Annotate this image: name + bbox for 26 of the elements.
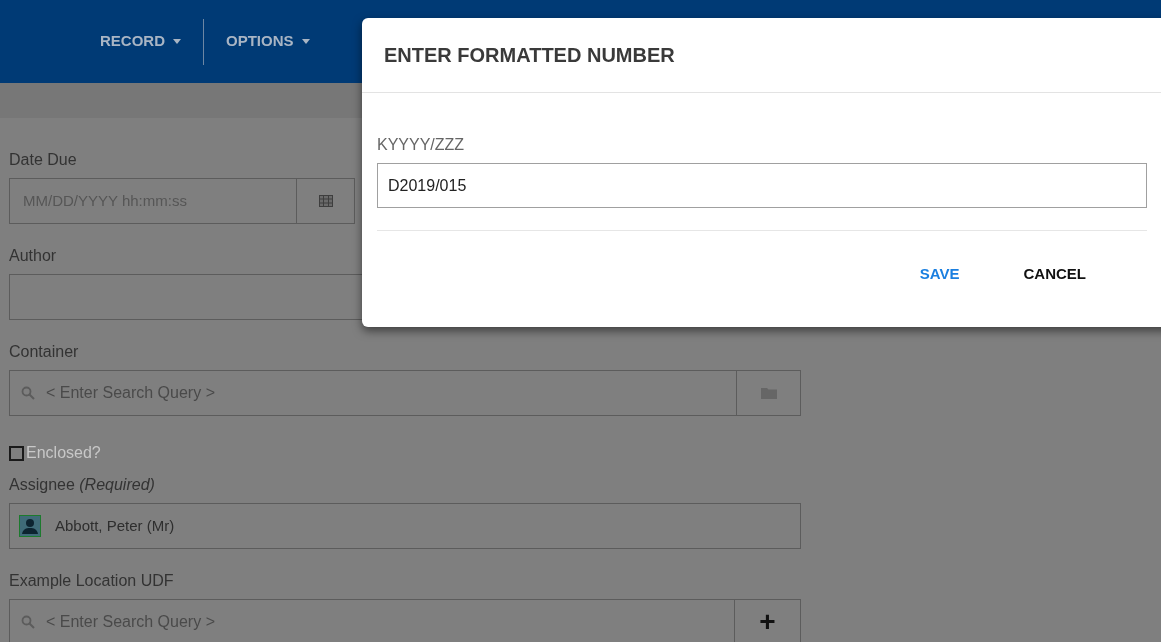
calendar-button[interactable] [297, 178, 355, 224]
folder-icon [760, 387, 777, 399]
caret-icon [301, 39, 310, 44]
caret-icon [173, 39, 181, 44]
number-field[interactable]: D2019/015 [377, 163, 1147, 208]
field-label: Author [9, 246, 58, 266]
add-button[interactable]: + [735, 599, 801, 642]
field-label: Date Due [9, 150, 78, 170]
menu-button[interactable]: OPTIONS [224, 30, 312, 53]
person-name: Abbott, Peter (Mr) [55, 515, 175, 536]
menu-button[interactable]: RECORD [98, 30, 183, 53]
search-icon [21, 615, 35, 629]
person-field[interactable]: Abbott, Peter (Mr) [9, 503, 801, 549]
folder-button[interactable] [737, 370, 801, 416]
calendar-icon [318, 195, 333, 207]
field-label: KYYYY/ZZZ [377, 135, 466, 155]
dialog-title: ENTER FORMATTED NUMBER [384, 43, 675, 68]
cancel-button[interactable]: CANCEL [1001, 255, 1108, 294]
checkbox-label: Enclosed? [26, 443, 101, 463]
checkbox[interactable] [9, 445, 24, 461]
field-label: Container [9, 342, 80, 362]
search-icon [21, 386, 35, 400]
person-icon [19, 515, 41, 537]
save-button[interactable]: SAVE [897, 255, 982, 294]
field-label: Example Location UDF [9, 571, 175, 591]
field-label: Assignee (Required) [9, 475, 156, 495]
